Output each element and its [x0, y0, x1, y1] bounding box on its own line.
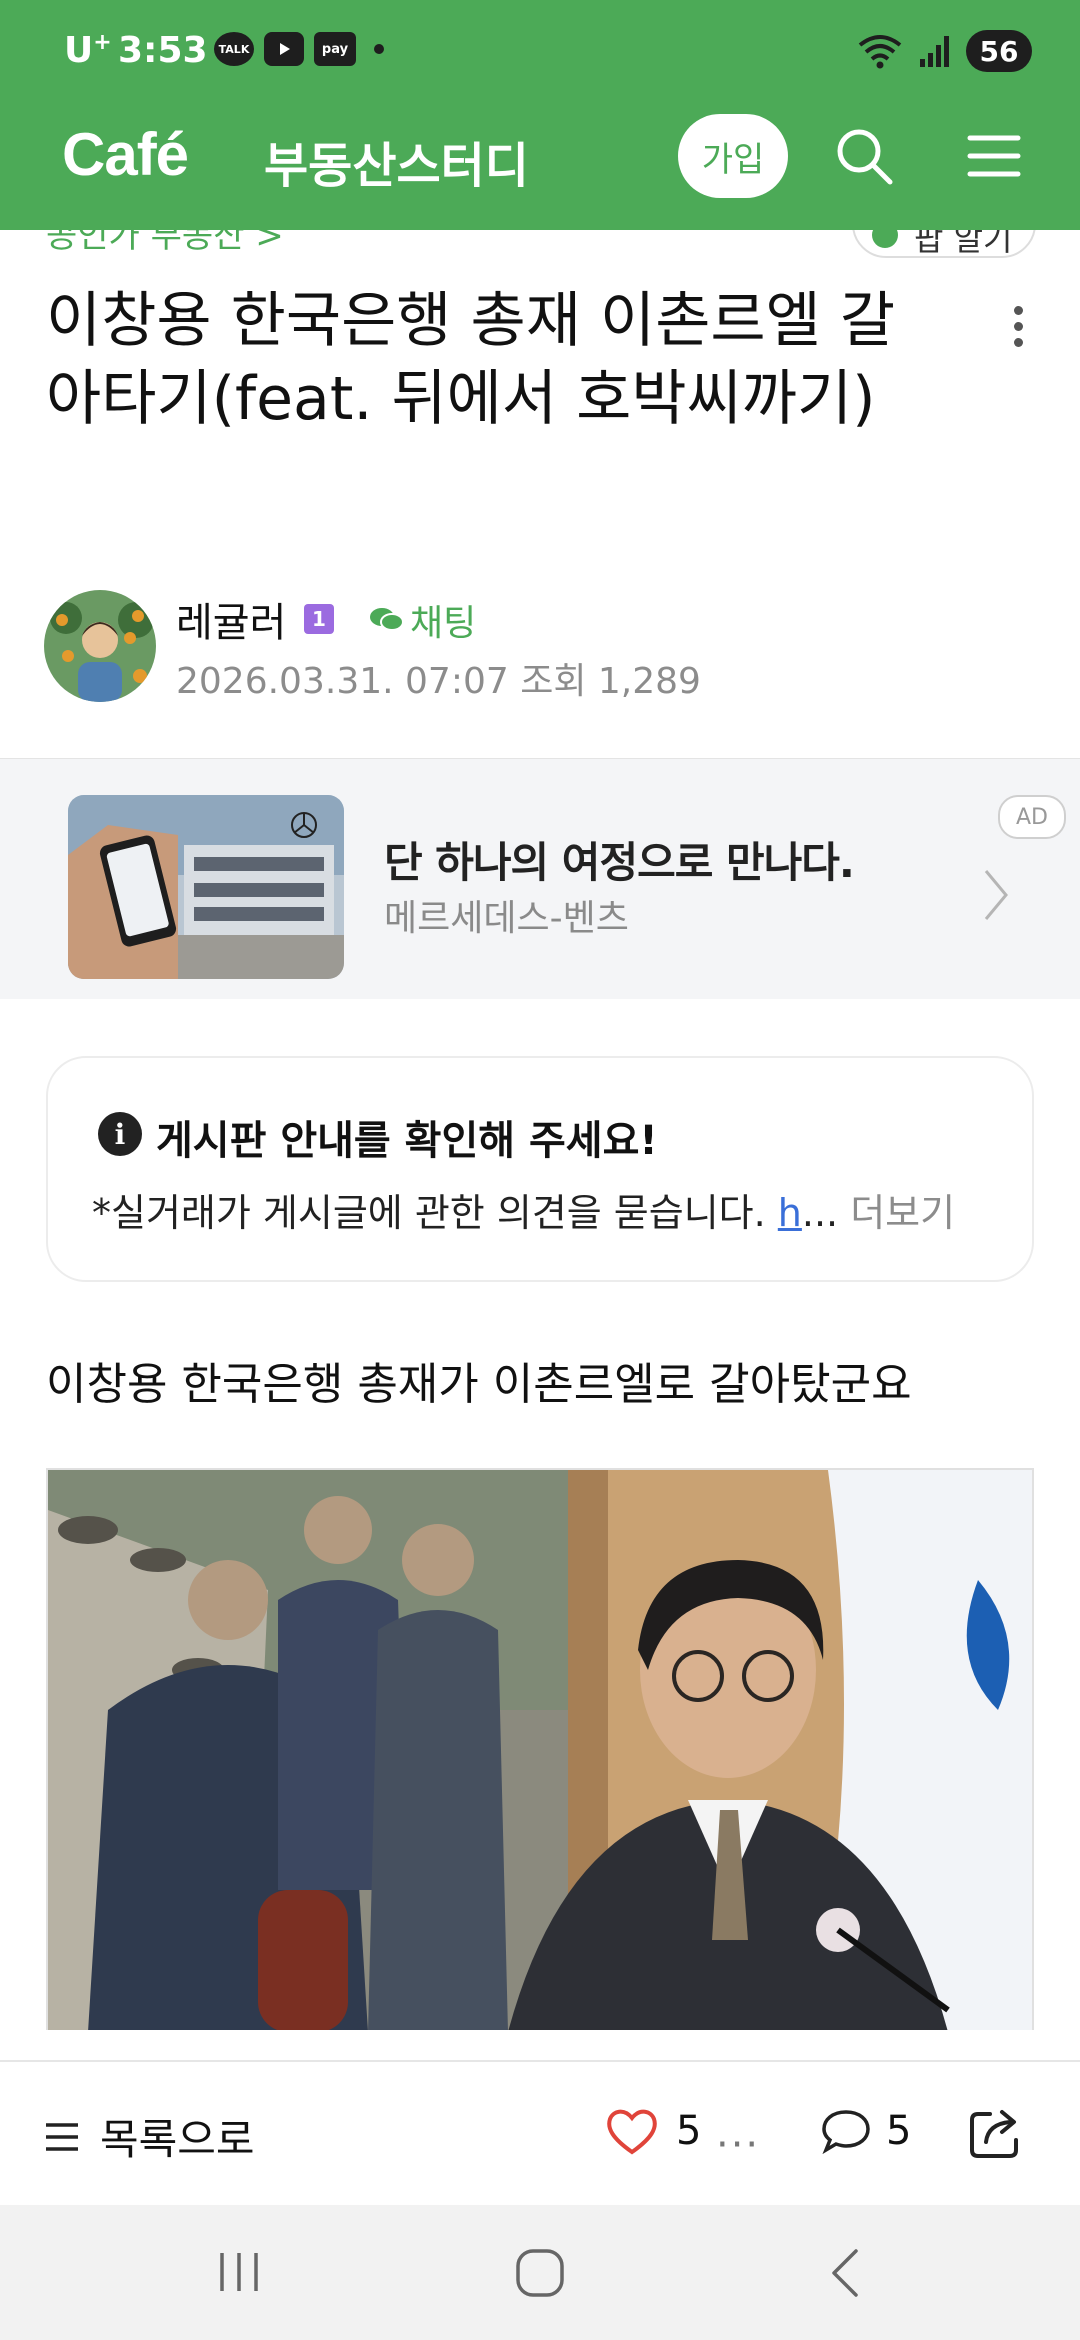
home-icon[interactable] — [512, 2245, 568, 2301]
wifi-icon — [858, 35, 902, 69]
post-image[interactable] — [46, 1468, 1034, 2030]
info-icon: i — [98, 1112, 142, 1156]
heart-icon — [607, 2109, 657, 2155]
follow-button[interactable]: 팝 알기 — [852, 230, 1036, 258]
pay-icon: pay — [314, 32, 356, 66]
board-strip: 공인가 부동산 > 팝 알기 — [0, 230, 1080, 260]
join-button[interactable]: 가입 — [678, 114, 788, 198]
ad-banner[interactable]: 단 하나의 여정으로 만나다. 메르세데스-벤츠 AD — [0, 758, 1080, 999]
search-icon[interactable] — [832, 124, 896, 188]
cafe-name[interactable]: 부동산스터디 — [264, 126, 529, 196]
back-icon[interactable] — [824, 2245, 864, 2301]
notification-icons: TALK pay — [214, 32, 384, 66]
notice-link[interactable]: h — [778, 1191, 802, 1235]
notice-more-button[interactable]: 더보기 — [850, 1191, 955, 1235]
follow-dot-icon — [872, 230, 898, 248]
author-avatar[interactable] — [44, 590, 156, 702]
board-notice[interactable]: i 게시판 안내를 확인해 주세요! *실거래가 게시글에 관한 의견을 묻습니… — [46, 1056, 1034, 1282]
app-header: U+ 3:53 TALK pay 56 Café 부동산스터디 가입 — [0, 0, 1080, 230]
share-icon[interactable] — [966, 2102, 1026, 2162]
more-options-icon[interactable] — [1000, 300, 1036, 360]
follow-label: 팝 알기 — [914, 230, 1013, 258]
hamburger-menu-icon[interactable] — [962, 124, 1026, 188]
ad-image — [68, 795, 344, 979]
clock: 3:53 — [118, 30, 208, 71]
kakaotalk-icon: TALK — [214, 32, 254, 66]
comment-button[interactable]: 5 — [820, 2106, 911, 2156]
list-icon — [46, 2122, 78, 2151]
signal-icon — [920, 36, 949, 67]
system-icons: 56 — [856, 30, 1032, 72]
ad-title: 단 하나의 여정으로 만나다. — [384, 838, 855, 887]
comment-count: 5 — [886, 2108, 912, 2154]
back-to-list-button[interactable]: 목록으로 — [42, 2106, 255, 2167]
ad-badge[interactable]: AD — [998, 795, 1066, 839]
system-navigation-bar — [0, 2205, 1080, 2340]
chevron-right-icon — [984, 870, 1008, 920]
notice-body: *실거래가 게시글에 관한 의견을 묻습니다. h... 더보기 — [92, 1191, 956, 1235]
battery-indicator: 56 — [966, 30, 1032, 72]
app-bar: Café 부동산스터디 가입 — [0, 100, 1080, 230]
youtube-icon — [264, 32, 304, 66]
member-level-badge: 1 — [304, 604, 334, 634]
cafe-logo[interactable]: Café — [62, 120, 189, 189]
like-button[interactable]: 5 — [604, 2106, 701, 2156]
post-meta: 2026.03.31. 07:07 조회 1,289 — [176, 661, 701, 702]
chat-bubble-icon — [370, 608, 404, 631]
post-title: 이창용 한국은행 총재 이촌르엘 갈아타기(feat. 뒤에서 호박씨까기) — [46, 286, 896, 434]
author-name[interactable]: 레귤러 — [176, 590, 286, 648]
back-to-list-label: 목록으로 — [100, 2115, 255, 2164]
status-bar: U+ 3:53 TALK pay 56 — [0, 0, 1080, 100]
post-body-text: 이창용 한국은행 총재가 이촌르엘로 갈아탔군요 — [46, 1359, 912, 1410]
more-notifications-icon — [374, 44, 384, 54]
ad-advertiser: 메르세데스-벤츠 — [384, 898, 629, 939]
board-link[interactable]: 공인가 부동산 > — [46, 230, 284, 257]
carrier-label: U+ — [64, 30, 112, 71]
more-horizontal-icon[interactable]: ··· — [716, 2122, 760, 2168]
notice-title: 게시판 안내를 확인해 주세요! — [156, 1118, 658, 1164]
like-count: 5 — [676, 2108, 702, 2154]
comment-bubble-icon — [822, 2110, 870, 2155]
recent-apps-icon[interactable] — [214, 2249, 264, 2295]
chat-button[interactable]: 채팅 — [368, 594, 476, 646]
post-action-bar: 목록으로 5 ··· 5 — [0, 2060, 1080, 2207]
chat-label: 채팅 — [410, 603, 477, 644]
